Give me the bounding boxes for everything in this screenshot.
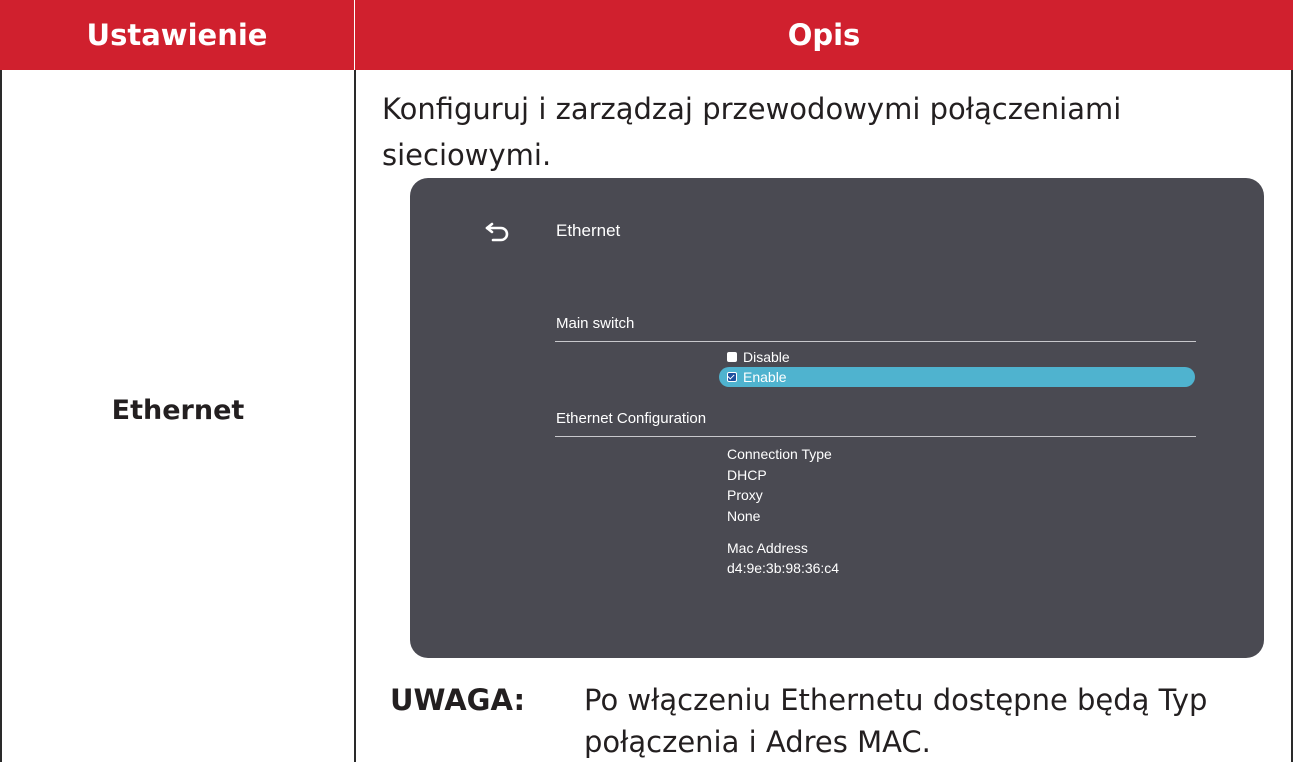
option-label: Disable	[743, 349, 790, 365]
mac-address-label: Mac Address	[727, 540, 808, 556]
ethernet-settings-screenshot: Ethernet Main switch Disable Enable Ethe…	[410, 178, 1264, 658]
settings-table: Ustawienie Opis Ethernet Konfiguruj i za…	[0, 0, 1293, 762]
connection-option-proxy[interactable]: Proxy	[727, 485, 763, 505]
configuration-divider	[555, 436, 1196, 437]
table-header: Ustawienie Opis	[0, 0, 1293, 70]
option-label: Enable	[743, 369, 787, 385]
description-text: Konfiguruj i zarządzaj przewodowymi połą…	[382, 92, 1122, 172]
table-border-middle	[354, 70, 356, 762]
checkbox-icon	[727, 352, 737, 362]
header-description: Opis	[787, 18, 861, 52]
main-switch-label: Main switch	[556, 315, 635, 332]
connection-option-dhcp[interactable]: DHCP	[727, 465, 767, 485]
note-text: Po włączeniu Ethernetu dostępne będą Typ…	[584, 683, 1208, 759]
header-setting: Ustawienie	[86, 18, 268, 52]
connection-type-label: Connection Type	[727, 446, 832, 462]
back-arrow-icon	[485, 222, 509, 242]
ethernet-configuration-label: Ethernet Configuration	[556, 410, 707, 427]
connection-option-none[interactable]: None	[727, 506, 760, 526]
note-label: UWAGA:	[390, 683, 526, 717]
checkbox-checked-icon	[727, 372, 737, 382]
option-disable[interactable]: Disable	[719, 347, 790, 367]
screen-title: Ethernet	[556, 221, 621, 240]
main-switch-divider	[555, 341, 1196, 342]
setting-name: Ethernet	[111, 395, 245, 426]
option-enable[interactable]: Enable	[719, 367, 1195, 387]
mac-address-value: d4:9e:3b:98:36:c4	[727, 560, 840, 576]
